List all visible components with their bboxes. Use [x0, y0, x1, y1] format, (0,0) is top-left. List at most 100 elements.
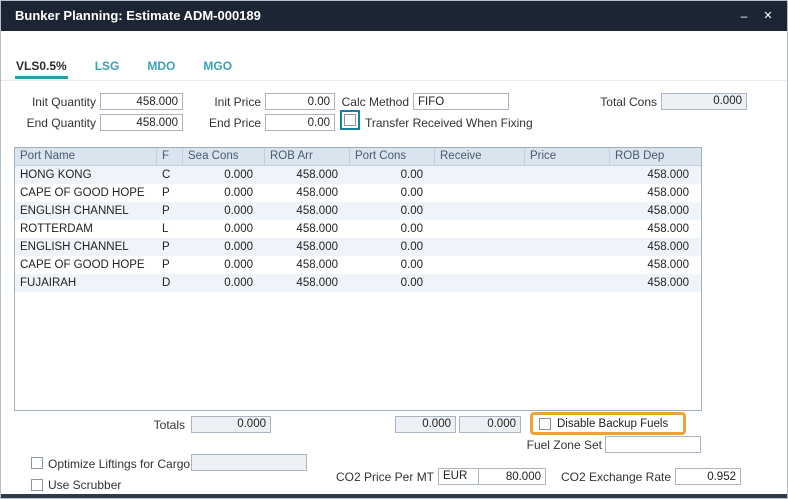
- table-row[interactable]: HONG KONGC0.000458.0000.00458.000: [15, 166, 701, 184]
- table-cell: [435, 256, 525, 274]
- table-cell: 458.000: [610, 220, 701, 238]
- init-price-label: Init Price: [199, 95, 261, 110]
- end-quantity-input[interactable]: [100, 114, 183, 131]
- tab-lsg[interactable]: LSG: [94, 57, 121, 79]
- bunker-planning-window: Bunker Planning: Estimate ADM-000189 – ✕…: [0, 0, 788, 499]
- table-cell: 0.000: [183, 256, 265, 274]
- column-header-port-name[interactable]: Port Name: [15, 148, 157, 165]
- optimize-liftings-checkbox[interactable]: [31, 457, 43, 469]
- table-cell: 458.000: [265, 220, 350, 238]
- close-button[interactable]: ✕: [757, 1, 779, 31]
- table-cell: P: [157, 256, 183, 274]
- tab-vls05[interactable]: VLS0.5%: [15, 57, 68, 79]
- table-cell: [435, 202, 525, 220]
- disable-backup-fuels-highlight: Disable Backup Fuels: [530, 412, 686, 435]
- table-cell: 458.000: [265, 256, 350, 274]
- totals-receive-field: 0.000: [459, 416, 521, 433]
- table-cell: 0.000: [183, 220, 265, 238]
- table-cell: 458.000: [610, 238, 701, 256]
- titlebar: Bunker Planning: Estimate ADM-000189 – ✕: [1, 1, 787, 31]
- table-cell: [435, 238, 525, 256]
- end-quantity-label: End Quantity: [11, 116, 96, 131]
- table-cell: 0.00: [350, 220, 435, 238]
- table-cell: 458.000: [265, 238, 350, 256]
- table-cell: ROTTERDAM: [15, 220, 157, 238]
- column-header-sea-cons[interactable]: Sea Cons: [183, 148, 265, 165]
- table-cell: 458.000: [610, 202, 701, 220]
- table-cell: CAPE OF GOOD HOPE: [15, 256, 157, 274]
- column-header-rob-arr[interactable]: ROB Arr: [265, 148, 350, 165]
- table-cell: 0.00: [350, 274, 435, 292]
- table-cell: CAPE OF GOOD HOPE: [15, 184, 157, 202]
- table-cell: 0.00: [350, 202, 435, 220]
- table-cell: [435, 166, 525, 184]
- table-cell: [435, 184, 525, 202]
- totals-label: Totals: [127, 418, 185, 433]
- fuel-zone-set-input[interactable]: [605, 436, 701, 453]
- table-cell: 458.000: [265, 166, 350, 184]
- transfer-received-label: Transfer Received When Fixing: [365, 116, 533, 131]
- init-quantity-input[interactable]: [100, 93, 183, 110]
- use-scrubber-label: Use Scrubber: [48, 478, 121, 493]
- window-bottom-edge: [1, 494, 787, 499]
- calc-method-input[interactable]: [413, 93, 509, 110]
- disable-backup-fuels-label: Disable Backup Fuels: [557, 418, 668, 430]
- use-scrubber-checkbox[interactable]: [31, 479, 43, 491]
- disable-backup-fuels-checkbox[interactable]: [539, 418, 551, 430]
- table-cell: 0.00: [350, 256, 435, 274]
- minimize-button[interactable]: –: [733, 1, 755, 31]
- table-cell: L: [157, 220, 183, 238]
- table-cell: [435, 274, 525, 292]
- table-cell: 0.000: [183, 274, 265, 292]
- transfer-received-checkbox[interactable]: [344, 114, 356, 126]
- init-quantity-label: Init Quantity: [11, 95, 96, 110]
- table-cell: D: [157, 274, 183, 292]
- table-cell: C: [157, 166, 183, 184]
- table-cell: 0.000: [183, 202, 265, 220]
- tab-mgo[interactable]: MGO: [202, 57, 233, 79]
- table-cell: [525, 202, 610, 220]
- table-cell: 458.000: [610, 184, 701, 202]
- totals-port-cons-field: 0.000: [395, 416, 456, 433]
- column-header-rob-dep[interactable]: ROB Dep: [610, 148, 701, 165]
- table-row[interactable]: ENGLISH CHANNELP0.000458.0000.00458.000: [15, 202, 701, 220]
- column-header-receive[interactable]: Receive: [435, 148, 525, 165]
- tab-separator: [1, 80, 787, 81]
- total-cons-label: Total Cons: [582, 95, 657, 110]
- column-header-price[interactable]: Price: [525, 148, 610, 165]
- total-cons-field: 0.000: [661, 93, 747, 110]
- table-cell: 458.000: [265, 274, 350, 292]
- table-cell: 0.00: [350, 238, 435, 256]
- table-row[interactable]: ROTTERDAML0.000458.0000.00458.000: [15, 220, 701, 238]
- co2-currency-select[interactable]: EUR: [438, 468, 479, 485]
- table-cell: ENGLISH CHANNEL: [15, 202, 157, 220]
- table-row[interactable]: ENGLISH CHANNELP0.000458.0000.00458.000: [15, 238, 701, 256]
- table-cell: [525, 166, 610, 184]
- init-price-input[interactable]: [265, 93, 335, 110]
- calc-method-label: Calc Method: [334, 95, 409, 110]
- table-row[interactable]: CAPE OF GOOD HOPEP0.000458.0000.00458.00…: [15, 256, 701, 274]
- tab-mdo[interactable]: MDO: [146, 57, 176, 79]
- table-body: HONG KONGC0.000458.0000.00458.000CAPE OF…: [15, 166, 701, 292]
- transfer-received-highlight: [340, 110, 360, 130]
- table-cell: [525, 274, 610, 292]
- ports-table: Port Name F Sea Cons ROB Arr Port Cons R…: [14, 147, 702, 411]
- optimize-liftings-label: Optimize Liftings for Cargo:: [48, 457, 193, 472]
- column-header-f[interactable]: F: [157, 148, 183, 165]
- end-price-input[interactable]: [265, 114, 335, 131]
- table-row[interactable]: FUJAIRAHD0.000458.0000.00458.000: [15, 274, 701, 292]
- table-cell: 458.000: [265, 184, 350, 202]
- table-cell: 0.000: [183, 238, 265, 256]
- table-cell: 0.000: [183, 166, 265, 184]
- table-row[interactable]: CAPE OF GOOD HOPEP0.000458.0000.00458.00…: [15, 184, 701, 202]
- table-cell: 458.000: [610, 256, 701, 274]
- end-price-label: End Price: [199, 116, 261, 131]
- table-cell: [525, 220, 610, 238]
- co2-exchange-rate-input[interactable]: [675, 468, 741, 485]
- co2-price-input[interactable]: [478, 468, 546, 485]
- column-header-port-cons[interactable]: Port Cons: [350, 148, 435, 165]
- table-cell: P: [157, 238, 183, 256]
- table-header: Port Name F Sea Cons ROB Arr Port Cons R…: [15, 148, 701, 166]
- fuel-tabs: VLS0.5% LSG MDO MGO: [15, 57, 233, 79]
- table-cell: 458.000: [265, 202, 350, 220]
